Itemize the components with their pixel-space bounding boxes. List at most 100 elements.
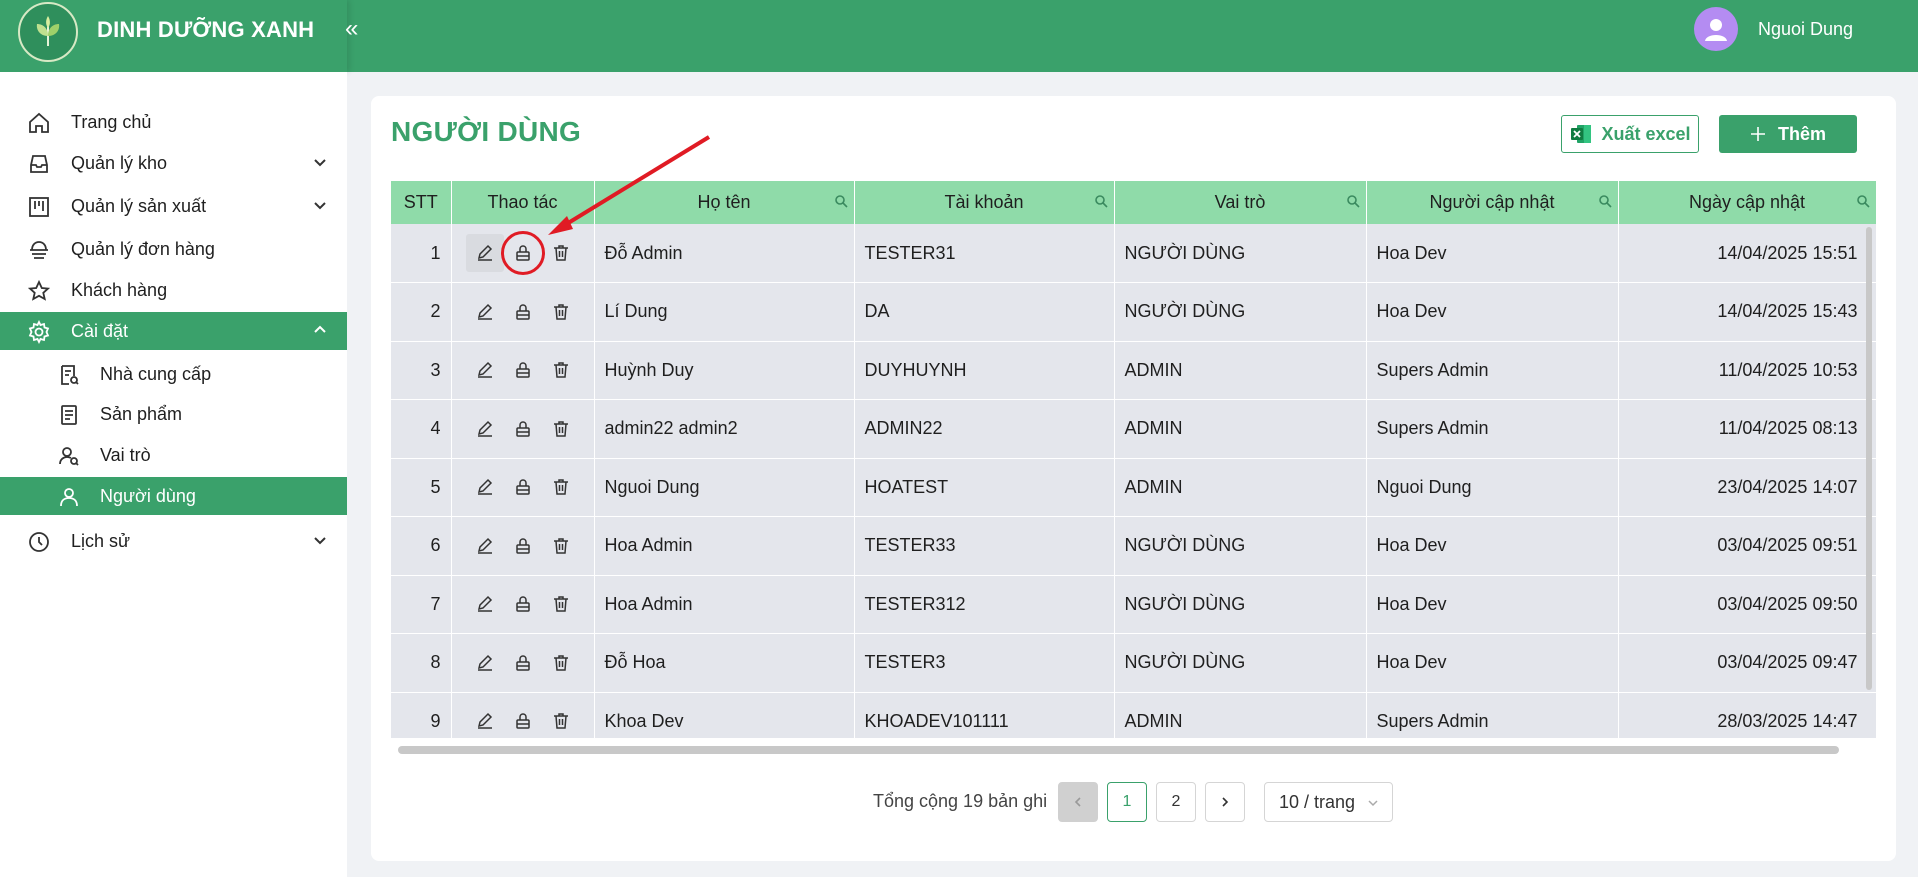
delete-button[interactable] (542, 410, 580, 448)
export-excel-button[interactable]: Xuất excel (1561, 115, 1699, 153)
prev-page-button[interactable] (1058, 782, 1098, 822)
cell-stt: 7 (391, 575, 452, 634)
lock-button[interactable] (504, 410, 542, 448)
chevron-up-icon (314, 325, 326, 333)
search-icon[interactable] (834, 194, 848, 208)
lock-button[interactable] (504, 527, 542, 565)
search-icon[interactable] (1856, 194, 1870, 208)
delete-button[interactable] (542, 585, 580, 623)
col-header-role[interactable]: Vai trò (1114, 181, 1367, 224)
brand-logo-icon (18, 2, 78, 62)
vertical-scrollbar[interactable] (1866, 227, 1872, 690)
delete-button[interactable] (542, 234, 580, 272)
edit-button[interactable] (466, 293, 504, 331)
sidebar-item-customers[interactable]: Khách hàng (0, 271, 347, 309)
cell-name: Hoa Admin (594, 575, 855, 634)
sidebar-item-history[interactable]: Lịch sử (0, 522, 347, 560)
cell-actions (451, 458, 595, 517)
delete-button[interactable] (542, 351, 580, 389)
cell-account: KHOADEV101111 (854, 692, 1115, 738)
lock-button[interactable] (504, 293, 542, 331)
cell-name: Hoa Admin (594, 516, 855, 576)
edit-button[interactable] (466, 644, 504, 682)
inbox-icon (30, 155, 48, 173)
delete-button[interactable] (542, 293, 580, 331)
col-header-name[interactable]: Họ tên (594, 181, 855, 224)
cell-name: Nguoi Dung (594, 458, 855, 517)
delete-button[interactable] (542, 468, 580, 506)
add-user-button[interactable]: Thêm (1719, 115, 1857, 153)
table-row: 9 Khoa Dev KHOADEV101111 ADMIN Supers Admin 2… (391, 692, 1876, 738)
cell-updated-at: 03/04/2025 09:47 (1618, 633, 1876, 693)
edit-icon (477, 303, 492, 320)
page-size-select[interactable]: 10 / trang (1264, 782, 1393, 822)
cell-account: DUYHUYNH (854, 341, 1115, 400)
lock-button[interactable] (504, 702, 542, 738)
cell-stt: 9 (391, 692, 452, 738)
sidebar-item-label: Trang chủ (71, 111, 152, 132)
chevron-down-icon (314, 159, 326, 167)
lock-button[interactable] (500, 231, 545, 275)
next-page-button[interactable] (1205, 782, 1245, 822)
lock-button[interactable] (504, 644, 542, 682)
col-header-account[interactable]: Tài khoản (854, 181, 1115, 224)
col-header-updated-by[interactable]: Người cập nhật (1366, 181, 1619, 224)
edit-button[interactable] (466, 468, 504, 506)
edit-icon (477, 244, 492, 261)
horizontal-scrollbar[interactable] (398, 746, 1839, 754)
sidebar-item-label: Sản phẩm (100, 403, 183, 424)
sidebar-item-orders[interactable]: Quản lý đơn hàng (0, 230, 347, 268)
sidebar-item-home[interactable]: Trang chủ (0, 103, 347, 141)
delete-button[interactable] (542, 644, 580, 682)
factory-icon (29, 197, 49, 217)
search-icon[interactable] (1598, 194, 1612, 208)
edit-button[interactable] (465, 234, 504, 272)
cell-account: TESTER312 (854, 575, 1115, 634)
trash-icon (553, 304, 568, 320)
sidebar-item-production[interactable]: Quản lý sản xuất (0, 187, 347, 225)
trash-icon (553, 479, 568, 495)
user-menu[interactable]: Nguoi Dung (1694, 7, 1853, 51)
edit-icon (477, 362, 492, 378)
cell-updated-at: 28/03/2025 14:47 (1618, 692, 1876, 738)
sidebar-item-roles[interactable]: Vai trò (0, 436, 347, 474)
edit-button[interactable] (466, 527, 504, 565)
edit-button[interactable] (466, 351, 504, 389)
delete-button[interactable] (542, 702, 580, 738)
search-icon[interactable] (1346, 194, 1360, 208)
edit-button[interactable] (466, 702, 504, 738)
sidebar-item-products[interactable]: Sản phẩm (0, 395, 347, 433)
cell-updated-by: Supers Admin (1366, 341, 1619, 400)
sidebar-item-warehouse[interactable]: Quản lý kho (0, 144, 347, 182)
chevron-down-icon (314, 537, 326, 545)
cell-stt: 5 (391, 458, 452, 517)
cell-updated-by: Supers Admin (1366, 692, 1619, 738)
lock-button[interactable] (504, 468, 542, 506)
search-icon[interactable] (1094, 194, 1108, 208)
sidebar-item-settings[interactable]: Cài đặt (0, 312, 347, 350)
col-header-updated-at[interactable]: Ngày cập nhật (1618, 181, 1876, 224)
cell-role: NGƯỜI DÙNG (1114, 633, 1367, 693)
lock-icon (515, 420, 530, 437)
cell-updated-at: 14/04/2025 15:51 (1618, 224, 1876, 283)
edit-icon (477, 537, 492, 554)
cell-role: ADMIN (1114, 692, 1367, 738)
lock-button[interactable] (504, 351, 542, 389)
collapse-sidebar-button[interactable]: « (345, 16, 369, 42)
sidebar-item-suppliers[interactable]: Nhà cung cấp (0, 355, 347, 393)
delete-button[interactable] (542, 527, 580, 565)
table-row: 2 Lí Dung DA NGƯỜI DÙNG Hoa Dev 14/04/2025 15… (391, 282, 1876, 342)
avatar (1694, 7, 1738, 51)
lock-icon (515, 245, 530, 261)
gear-icon (28, 320, 50, 344)
edit-button[interactable] (466, 410, 504, 448)
lock-button[interactable] (504, 585, 542, 623)
sidebar-item-label: Lịch sử (71, 530, 131, 551)
excel-icon (1571, 125, 1592, 143)
sidebar-item-users[interactable]: Người dùng (0, 477, 347, 515)
page-1-button[interactable]: 1 (1107, 782, 1147, 822)
page-2-button[interactable]: 2 (1156, 782, 1196, 822)
brand-area: DINH DƯỠNG XANH (0, 0, 347, 72)
lock-icon (515, 537, 530, 554)
edit-button[interactable] (466, 585, 504, 623)
